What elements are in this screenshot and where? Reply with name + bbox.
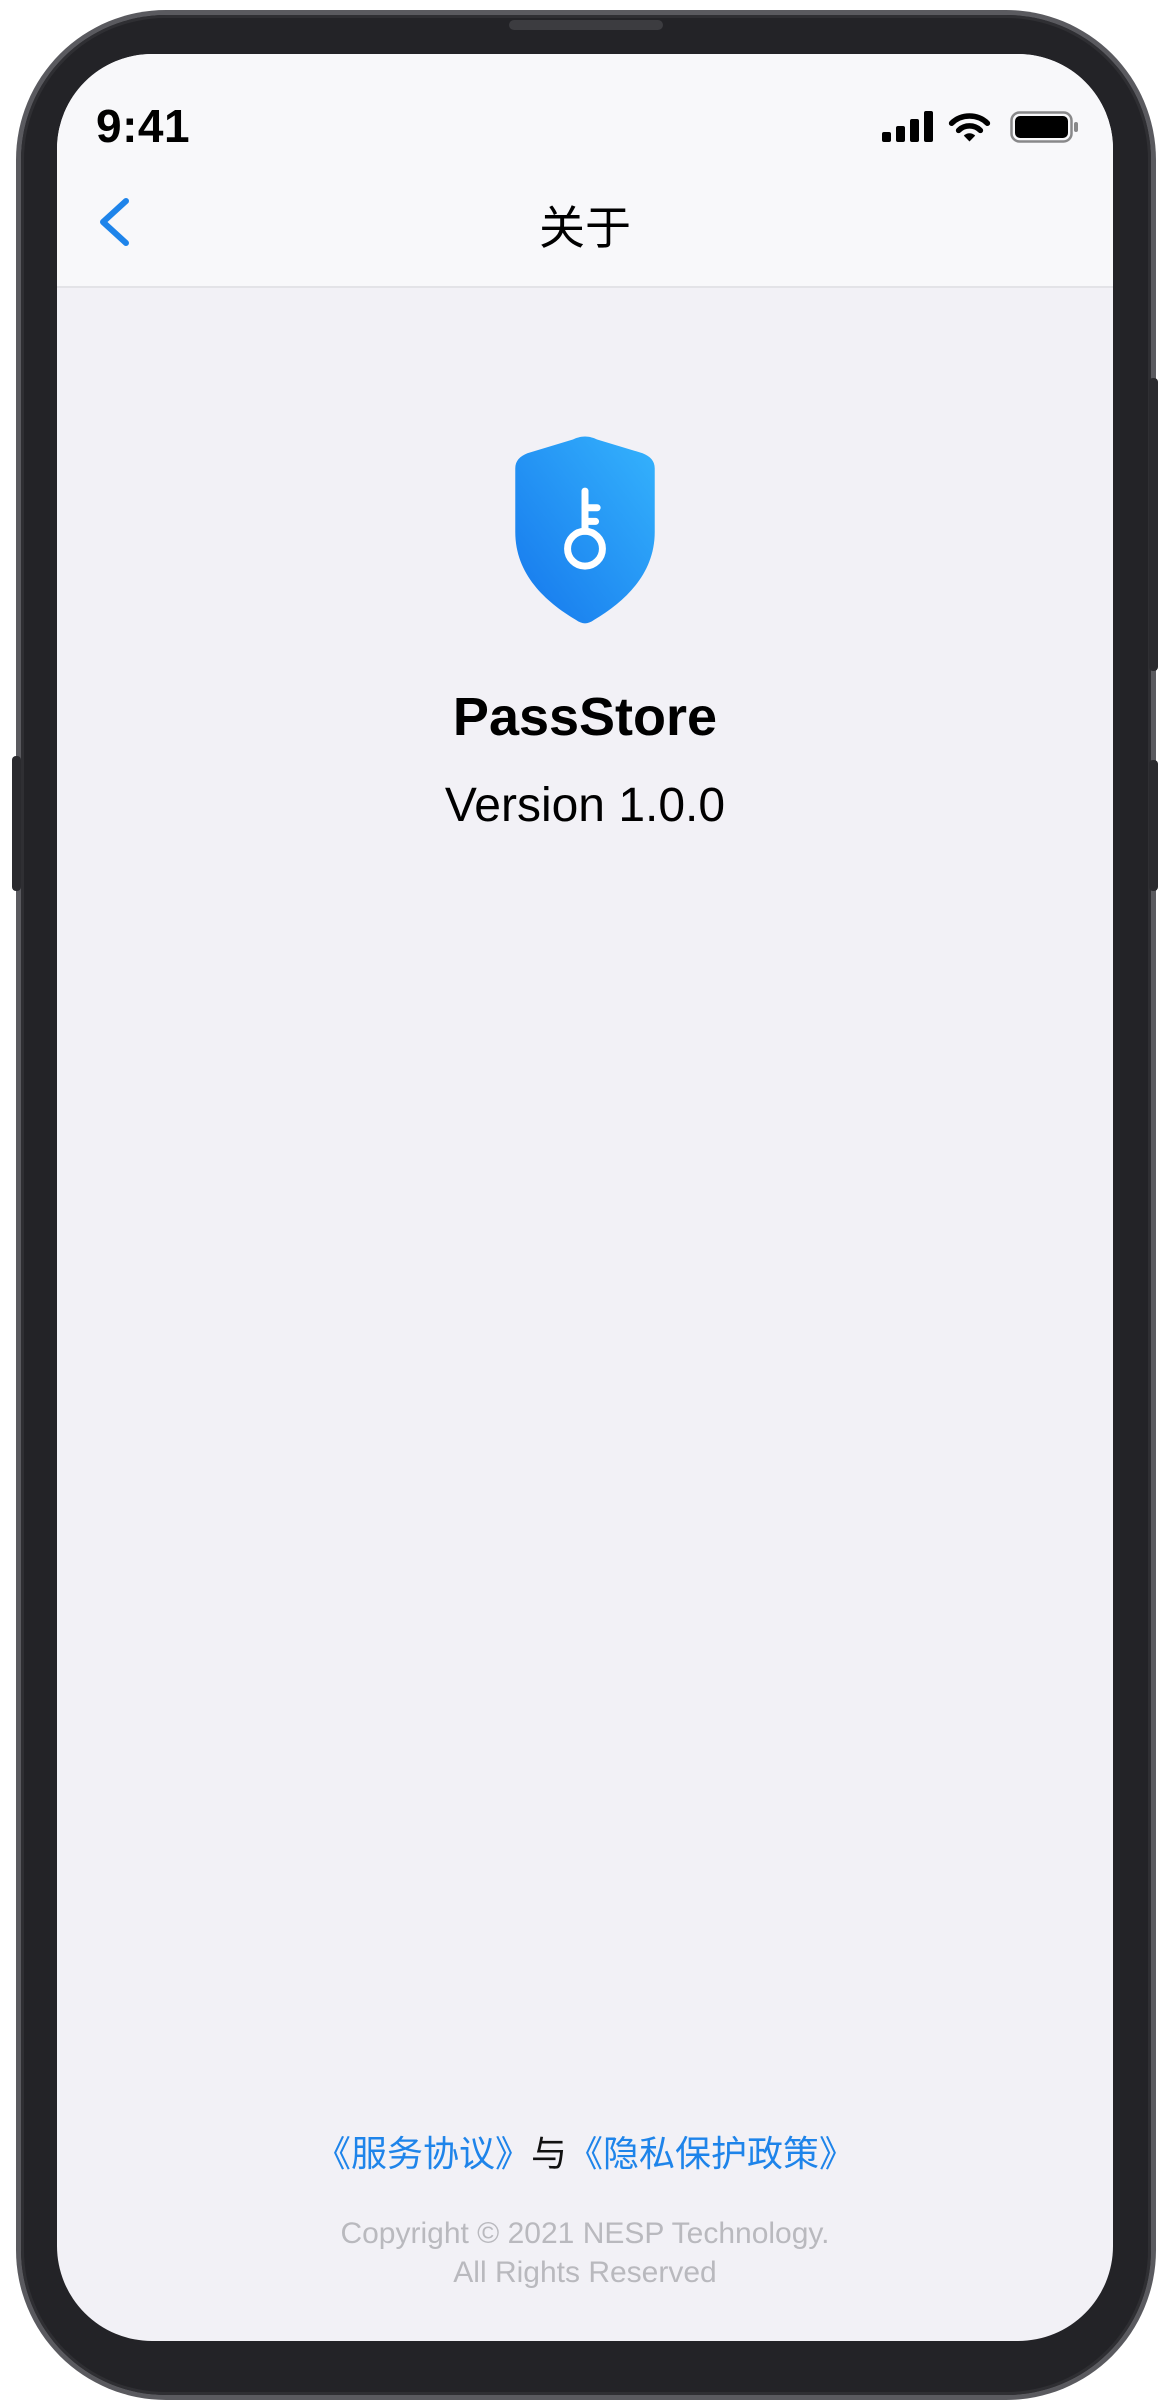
battery-fill: [1015, 116, 1068, 138]
app-name: PassStore: [452, 687, 718, 747]
signal-bar: [882, 132, 891, 142]
signal-bar: [896, 126, 905, 142]
status-time: 9:41: [96, 100, 191, 152]
cellular-signal-icon: [882, 111, 933, 142]
copyright-line: Copyright © 2021 NESP Technology.: [340, 2217, 830, 2250]
side-button: [1149, 760, 1158, 891]
legal-links: 《服务协议》与《隐私保护政策》: [57, 2131, 1113, 2177]
speaker-grille: [509, 20, 663, 30]
power-button: [1149, 378, 1158, 671]
page-title: 关于: [539, 202, 631, 254]
rights-reserved-line: All Rights Reserved: [453, 2256, 717, 2289]
links-connector: 与: [530, 2133, 567, 2174]
status-icons: [882, 111, 1079, 143]
terms-of-service-link[interactable]: 《服务协议》: [315, 2133, 531, 2174]
screen: 9:41 关于 PassStore Version 1.0.0 《服务协议》与《…: [57, 54, 1113, 2341]
volume-button: [12, 756, 21, 891]
shield-key-icon: [515, 436, 655, 624]
signal-bar: [910, 119, 919, 142]
app-version: Version 1.0.0: [444, 779, 726, 832]
signal-bar: [924, 111, 933, 142]
battery-icon: [1010, 111, 1078, 143]
privacy-policy-link[interactable]: 《隐私保护政策》: [567, 2133, 855, 2174]
wifi-icon: [948, 113, 991, 142]
navigation-bar: 9:41 关于: [57, 54, 1113, 288]
